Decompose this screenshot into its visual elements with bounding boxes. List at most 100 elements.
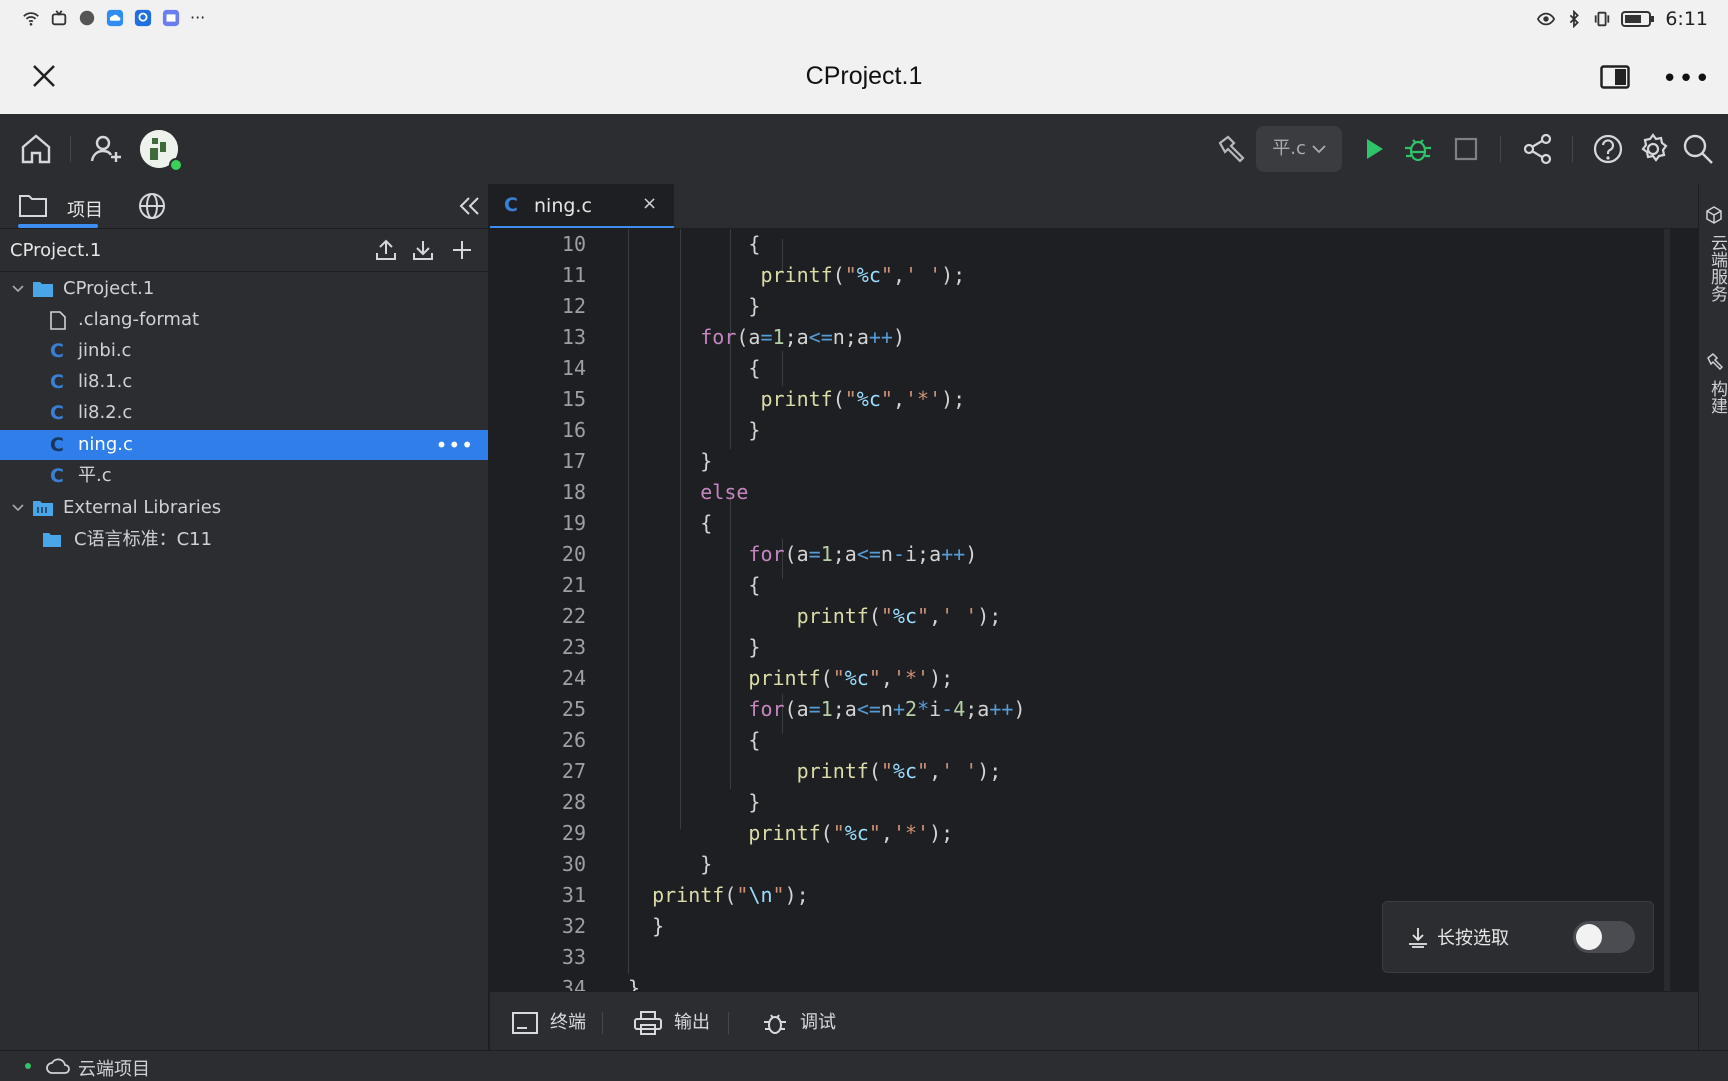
debug-bug-icon[interactable] (1400, 131, 1436, 167)
home-icon[interactable] (18, 131, 54, 167)
c-file-icon: C (50, 340, 64, 362)
line-code: printf("%c",' '); (796, 759, 1002, 783)
library-folder-icon (33, 501, 53, 516)
code-line: 25 for(a=1;a<=n+2*i-4;a++) (490, 694, 1698, 725)
line-number: 17 (561, 449, 586, 473)
collapse-sidebar-icon[interactable] (458, 196, 480, 216)
toolbar-divider (70, 136, 71, 162)
editor-scrollbar[interactable] (1664, 229, 1670, 991)
rail-build[interactable]: 构建 (1705, 380, 1728, 414)
add-user-icon[interactable] (88, 131, 124, 167)
editor-tab-bar: C ning.c × (490, 184, 1698, 229)
help-icon[interactable] (1590, 131, 1626, 167)
tree-item-project-root[interactable]: CProject.1 (0, 274, 488, 304)
add-file-icon[interactable] (450, 238, 474, 262)
code-editor[interactable]: 10 { 11 printf("%c",' '); 12 } 13 for(a=… (490, 229, 1698, 991)
line-code: } (628, 790, 761, 814)
line-code: for(a=1;a<=n-i;a++) (748, 542, 978, 566)
code-line: 14 { (490, 353, 1698, 384)
line-code: } (628, 852, 713, 876)
tree-item-jinbi[interactable]: C jinbi.c (0, 336, 488, 366)
download-select-icon (1409, 928, 1427, 948)
tree-item-label: .clang-format (78, 309, 200, 330)
wifi-icon (23, 11, 39, 26)
download-icon[interactable] (411, 238, 435, 262)
c-file-icon: C (50, 402, 64, 424)
tree-item-c-standard[interactable]: C语言标准：C11 (0, 525, 488, 555)
open-folder-icon (33, 282, 53, 297)
line-number: 33 (561, 945, 586, 969)
long-press-select-panel: 长按选取 (1382, 901, 1654, 973)
tab-close-button[interactable]: × (642, 193, 657, 214)
window-title: CProject.1 (805, 62, 923, 90)
tab-project[interactable]: 项目 (67, 196, 103, 222)
tree-item-ning[interactable]: C ning.c ••• (0, 430, 488, 460)
status-more: ··· (190, 8, 206, 27)
line-code: for(a=1;a<=n;a++) (700, 325, 906, 349)
line-code: } (628, 294, 761, 318)
cloud-icon (46, 1058, 70, 1074)
line-code: for(a=1;a<=n+2*i-4;a++) (748, 697, 1026, 721)
toolbar-divider (1500, 136, 1501, 162)
code-line: 12 } (490, 291, 1698, 322)
tab-label: 终端 (550, 1012, 586, 1033)
tab-separator (728, 1012, 729, 1034)
tab-ning-c[interactable]: C ning.c × (490, 184, 674, 228)
cube-icon (1706, 206, 1722, 224)
code-line: 20 for(a=1;a<=n-i;a++) (490, 539, 1698, 570)
code-line: 21 { (490, 570, 1698, 601)
project-name: CProject.1 (10, 240, 102, 261)
line-number: 14 (561, 356, 586, 380)
code-line: 26 { (490, 725, 1698, 756)
window-more-button[interactable]: ••• (1662, 64, 1711, 94)
code-line: 28 } (490, 787, 1698, 818)
tree-item-external-libraries[interactable]: External Libraries (0, 493, 488, 523)
printer-icon (634, 1011, 662, 1035)
upload-icon[interactable] (374, 238, 398, 262)
tree-item-label: li8.1.c (78, 371, 133, 392)
line-code: printf("\n"); (652, 883, 809, 907)
tree-item-li8-2[interactable]: C li8.2.c (0, 398, 488, 428)
line-number: 24 (561, 666, 586, 690)
c-file-icon: C (50, 371, 64, 393)
bluetooth-icon (1570, 10, 1580, 28)
share-icon[interactable] (1520, 131, 1556, 167)
tree-item-li8-1[interactable]: C li8.1.c (0, 367, 488, 397)
c-file-icon: C (50, 434, 64, 456)
tab-terminal[interactable]: 终端 (512, 1008, 586, 1034)
line-code: { (628, 728, 761, 752)
tree-item-label: CProject.1 (63, 278, 155, 299)
run-icon[interactable] (1356, 131, 1392, 167)
globe-icon[interactable] (138, 192, 166, 220)
tree-item-label: 平.c (78, 465, 112, 486)
long-press-toggle[interactable] (1573, 921, 1635, 953)
tree-item-clang-format[interactable]: .clang-format (0, 305, 488, 335)
line-number: 32 (561, 914, 586, 938)
line-code: printf("%c",'*'); (748, 821, 954, 845)
tab-separator (602, 1012, 603, 1034)
row-more-button[interactable]: ••• (436, 430, 474, 460)
tab-debug[interactable]: 调试 (762, 1008, 836, 1036)
run-target-select[interactable]: 平.c (1256, 126, 1342, 172)
line-code: printf("%c",' '); (760, 263, 966, 287)
tree-item-label: ning.c (78, 434, 133, 455)
code-line: 34} (490, 973, 1698, 991)
build-hammer-icon[interactable] (1212, 131, 1248, 167)
hammer-icon (1707, 352, 1723, 370)
sync-status-dot (25, 1063, 31, 1069)
tree-item-ping[interactable]: C 平.c (0, 461, 488, 491)
stop-icon[interactable] (1448, 131, 1484, 167)
settings-gear-icon[interactable] (1635, 131, 1671, 167)
chevron-down-icon (1312, 145, 1326, 154)
cloud-project-label[interactable]: 云端项目 (78, 1055, 150, 1081)
rail-cloud-services[interactable]: 云端服务 (1705, 234, 1728, 302)
c-file-icon: C (50, 465, 64, 487)
search-icon[interactable] (1680, 131, 1716, 167)
tab-output[interactable]: 输出 (634, 1008, 710, 1035)
folder-tab-icon[interactable] (18, 192, 48, 218)
split-window-icon[interactable] (1600, 65, 1630, 89)
tree-item-label: jinbi.c (78, 340, 132, 361)
line-number: 30 (561, 852, 586, 876)
long-press-label: 长按选取 (1437, 928, 1509, 949)
tree-item-label: li8.2.c (78, 402, 133, 423)
